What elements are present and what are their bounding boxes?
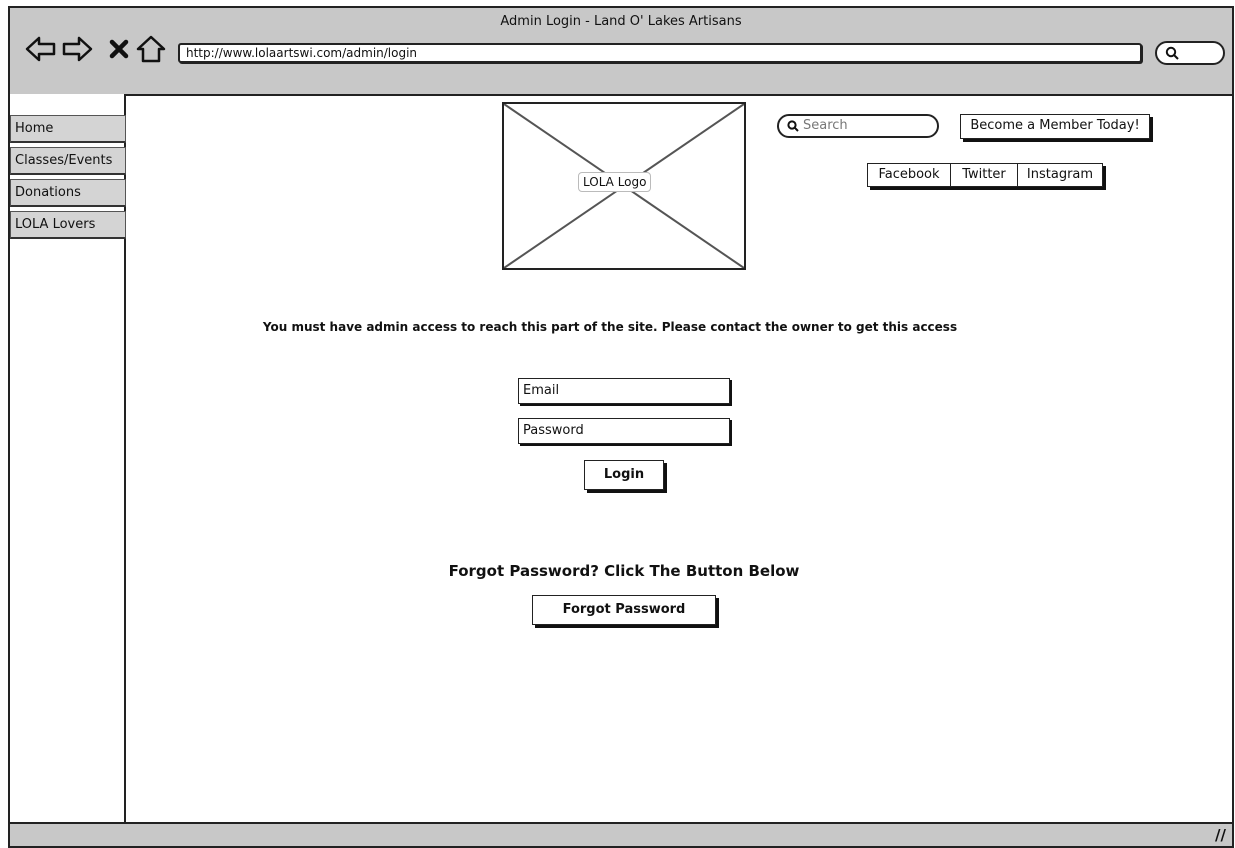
sidebar: Home Classes/Events Donations LOLA Lover…	[10, 94, 126, 824]
browser-statusbar: //	[10, 822, 1232, 846]
twitter-button[interactable]: Twitter	[950, 163, 1018, 187]
logo-placeholder: LOLA Logo	[502, 102, 746, 270]
search-input[interactable]: Search	[777, 114, 939, 138]
back-arrow-icon[interactable]	[24, 32, 58, 66]
browser-titlebar: Admin Login - Land O' Lakes Artisans htt…	[10, 8, 1232, 96]
search-icon	[787, 120, 799, 132]
login-button[interactable]: Login	[584, 460, 664, 490]
password-field[interactable]: Password	[518, 418, 730, 444]
email-field[interactable]: Email	[518, 378, 730, 404]
instagram-button[interactable]: Instagram	[1017, 163, 1103, 187]
become-member-button[interactable]: Become a Member Today!	[960, 114, 1150, 139]
sidebar-item-lola-lovers[interactable]: LOLA Lovers	[10, 211, 126, 239]
home-icon[interactable]	[136, 32, 166, 66]
sidebar-item-classes-events[interactable]: Classes/Events	[10, 147, 126, 175]
admin-access-notice: You must have admin access to reach this…	[262, 320, 958, 334]
url-bar[interactable]: http://www.lolaartswi.com/admin/login	[178, 43, 1142, 63]
logo-label: LOLA Logo	[578, 172, 652, 192]
forgot-password-heading: Forgot Password? Click The Button Below	[448, 562, 800, 580]
sidebar-item-donations[interactable]: Donations	[10, 179, 126, 207]
window-title: Admin Login - Land O' Lakes Artisans	[500, 14, 742, 29]
facebook-button[interactable]: Facebook	[867, 163, 951, 187]
stop-icon[interactable]	[106, 32, 132, 66]
sidebar-item-home[interactable]: Home	[10, 115, 126, 143]
search-icon	[1165, 46, 1179, 60]
browser-window: Admin Login - Land O' Lakes Artisans htt…	[8, 6, 1234, 848]
forgot-password-button[interactable]: Forgot Password	[532, 595, 716, 625]
search-placeholder: Search	[803, 118, 848, 133]
forward-arrow-icon[interactable]	[60, 32, 94, 66]
browser-search-box[interactable]	[1155, 41, 1225, 65]
resize-grip-icon[interactable]: //	[1215, 826, 1226, 844]
